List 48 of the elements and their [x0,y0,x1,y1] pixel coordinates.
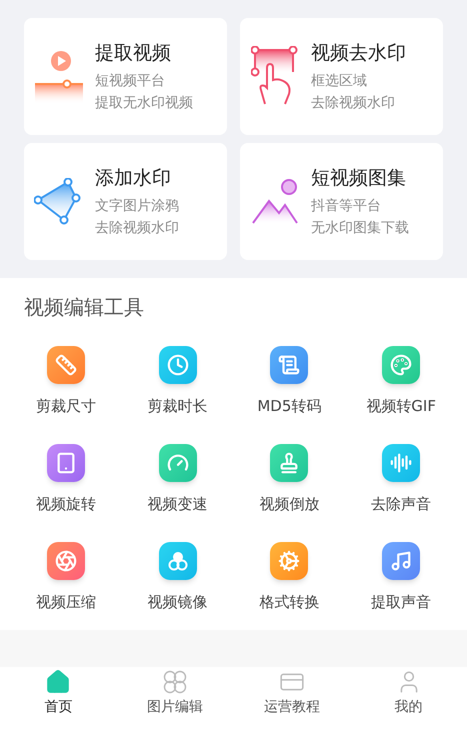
circles-icon [158,542,197,580]
tab-bar-item[interactable]: 图片编辑 [116,669,234,717]
feature-card[interactable]: 添加水印 文字图片涂鸦 去除视频水印 [24,143,227,260]
card-subtitle: 无水印图集下载 [311,218,409,238]
card-subtitle: 框选区域 [311,72,368,90]
tool-item[interactable]: 视频转GIF [345,346,457,416]
music-note-icon [382,542,420,580]
tool-item[interactable]: 提取声音 [345,542,457,612]
tab-bar-item[interactable]: 首页 [0,669,117,717]
tool-item[interactable]: 视频压缩 [10,542,122,612]
tool-item[interactable]: 视频旋转 [10,444,122,514]
tool-item[interactable]: 视频变速 [122,444,234,514]
card-subtitle: 短视频平台 [95,72,166,90]
tool-item[interactable]: 剪裁尺寸 [10,346,122,416]
four-petal-icon [162,669,188,695]
tool-item[interactable]: 视频镜像 [122,542,234,612]
card-subtitle: 去除视频水印 [95,218,179,238]
sound-wave-icon [382,444,420,482]
screen-icon [46,444,85,482]
mountain-image-icon [251,178,299,224]
tool-item[interactable]: MD5转码 [234,346,346,416]
gauge-icon [158,444,197,482]
card-title: 短视频图集 [311,166,407,190]
section-title: 视频编辑工具 [23,294,145,321]
clock-icon [158,346,197,384]
tool-item[interactable]: 去除声音 [345,444,457,514]
tool-item[interactable]: 视频倒放 [234,444,346,514]
tab-bar-item[interactable]: 我的 [350,669,467,717]
card-title: 添加水印 [95,166,172,190]
card-title: 视频去水印 [311,40,406,66]
palette-icon [382,346,420,384]
feature-card[interactable]: 提取视频 短视频平台 提取无水印视频 [24,18,227,135]
ruler-icon [46,346,85,384]
stamp-icon [270,444,308,482]
card-subtitle: 抖音等平台 [311,196,382,216]
feature-card[interactable]: 短视频图集 抖音等平台 无水印图集下载 [240,143,443,260]
card-subtitle: 提取无水印视频 [95,94,193,112]
home-icon [45,669,72,695]
card-subtitle: 文字图片涂鸦 [95,196,179,216]
card-title: 提取视频 [95,40,172,66]
tool-item[interactable]: 剪裁时长 [122,346,234,416]
gear-icon [270,542,308,580]
hand-select-icon [251,46,299,108]
tool-item[interactable]: 格式转换 [234,542,346,612]
feature-card[interactable]: 视频去水印 框选区域 去除视频水印 [240,18,443,135]
scroll-icon [270,346,308,384]
tab-bar-item[interactable]: 运营教程 [234,669,350,717]
card-subtitle: 去除视频水印 [311,94,396,112]
